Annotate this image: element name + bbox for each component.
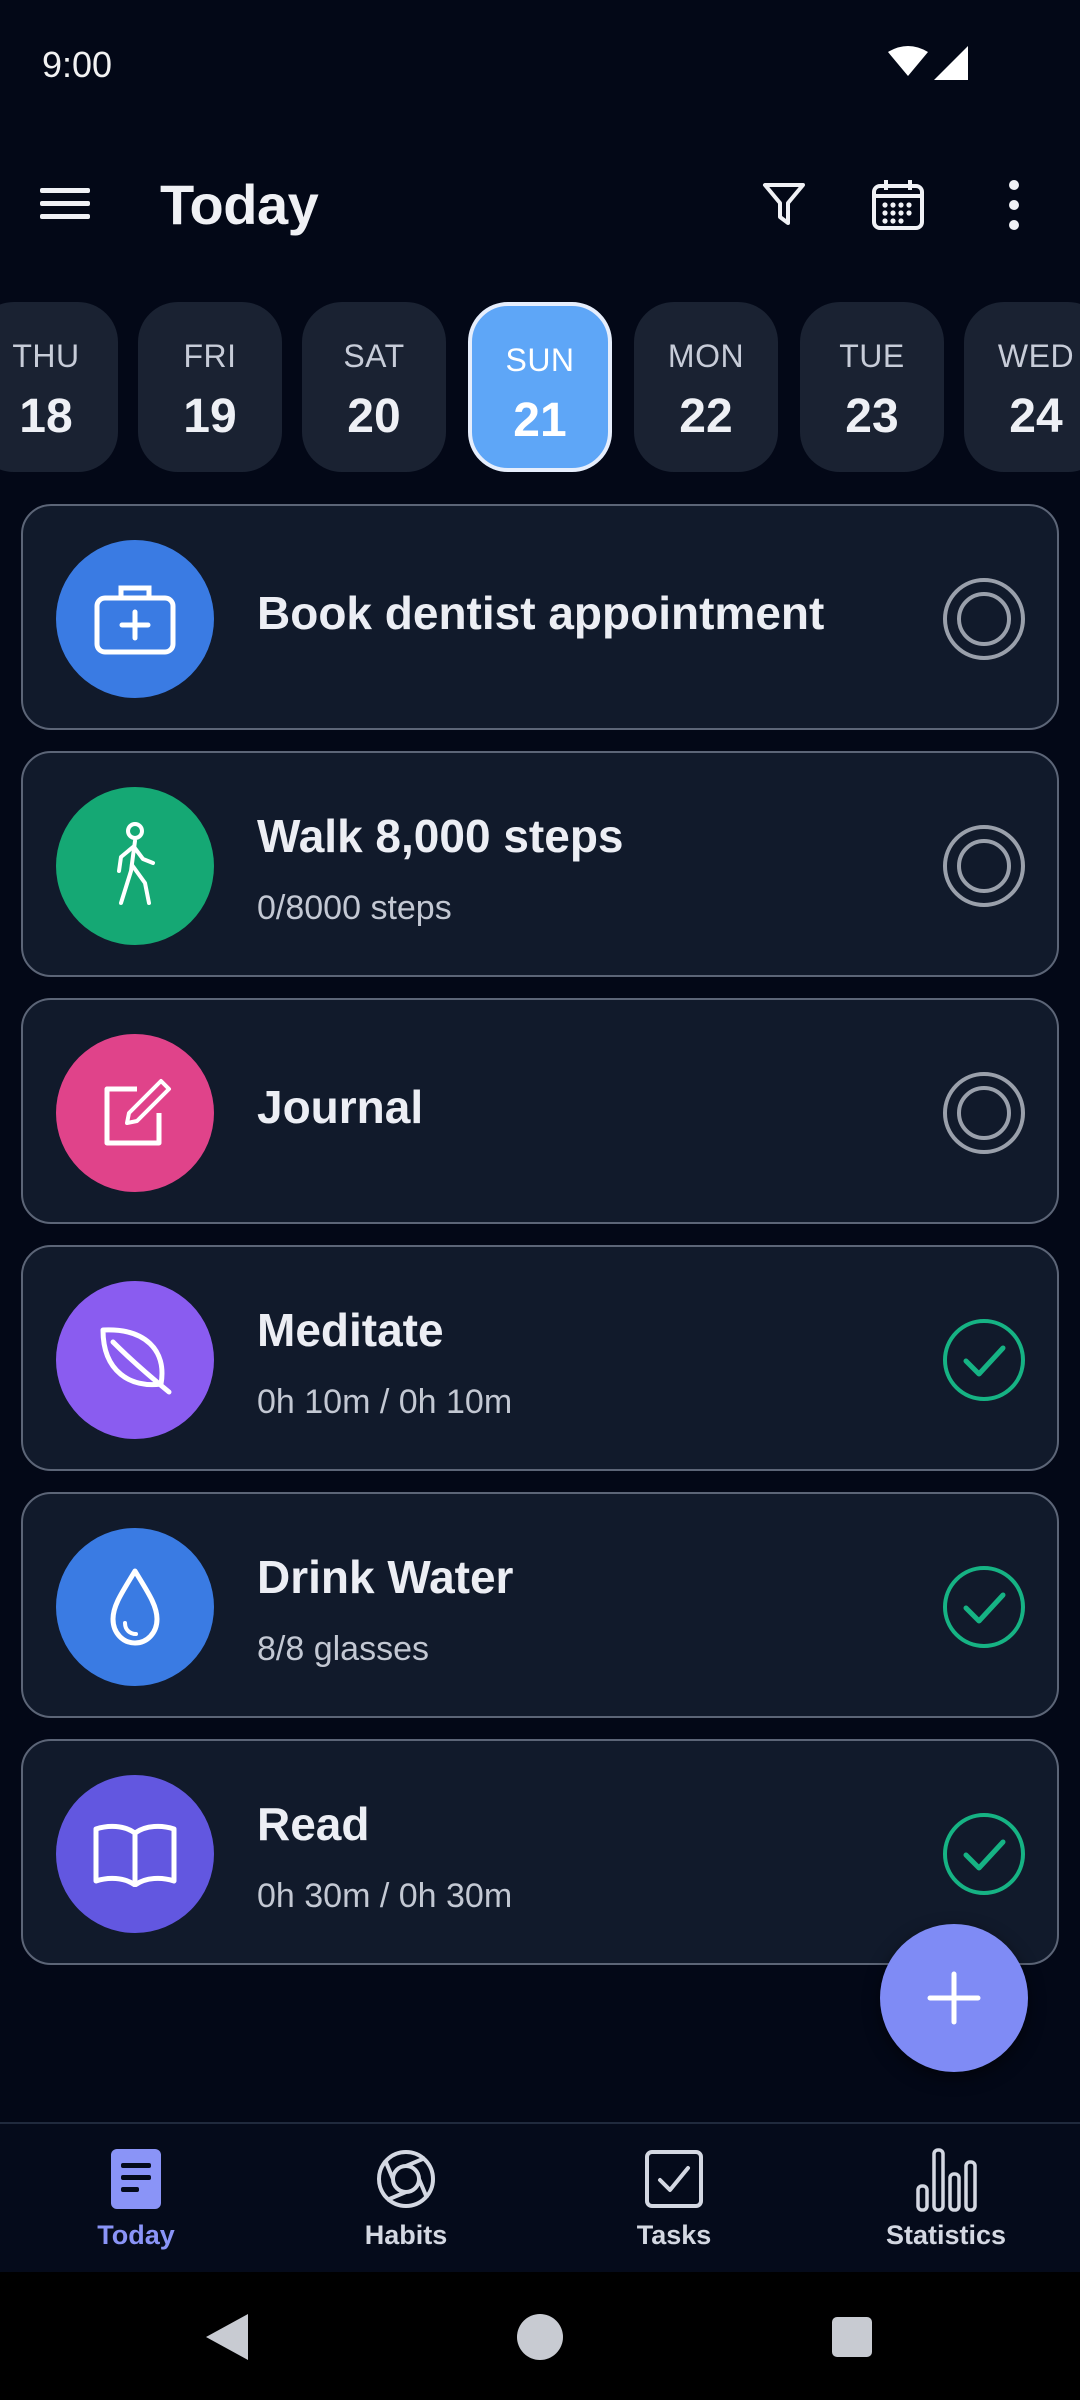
- nav-label: Statistics: [885, 2220, 1007, 2250]
- day-number: 22: [679, 390, 733, 443]
- item-progress: 0h 30m / 0h 30m: [257, 1877, 513, 1915]
- plus-icon: [927, 1971, 981, 2025]
- item-title: Drink Water: [257, 1551, 514, 1603]
- checkbox-pending[interactable]: [941, 1070, 1027, 1156]
- day-of-week: MON: [667, 338, 745, 374]
- recents-icon[interactable]: [817, 2302, 887, 2372]
- nav-label: Tasks: [636, 2220, 712, 2250]
- leaf-icon: [56, 1281, 214, 1439]
- nav-tab-habits[interactable]: Habits: [306, 2144, 506, 2264]
- system-nav-bar: [0, 2272, 1080, 2400]
- day-chip-mon[interactable]: MON 22: [634, 302, 778, 472]
- habit-card-drink-water[interactable]: Drink Water 8/8 glasses: [21, 1492, 1059, 1718]
- signal-icon: [934, 46, 968, 80]
- checkbox-done[interactable]: [941, 1564, 1027, 1650]
- wifi-icon: [888, 46, 928, 76]
- day-of-week: SAT: [343, 338, 405, 374]
- item-progress: 0/8000 steps: [257, 889, 452, 927]
- item-title: Read: [257, 1798, 370, 1850]
- item-title: Walk 8,000 steps: [257, 810, 624, 862]
- more-vert-icon[interactable]: [986, 174, 1042, 236]
- day-chip-thu[interactable]: THU 18: [0, 302, 118, 472]
- item-title: Journal: [257, 1081, 424, 1133]
- nav-label: Habits: [364, 2220, 448, 2250]
- app-bar: Today: [0, 150, 1080, 260]
- nav-tab-statistics[interactable]: Statistics: [846, 2144, 1046, 2264]
- day-chip-sun-selected[interactable]: SUN 21: [468, 302, 612, 472]
- day-chip-tue[interactable]: TUE 23: [800, 302, 944, 472]
- walking-person-icon: [56, 787, 214, 945]
- day-number: 18: [19, 390, 73, 443]
- home-icon[interactable]: [505, 2302, 575, 2372]
- day-chip-fri[interactable]: FRI 19: [138, 302, 282, 472]
- medical-kit-icon: [56, 540, 214, 698]
- today-icon: [101, 2144, 171, 2214]
- day-number: 21: [513, 394, 567, 447]
- status-bar: 9:00: [0, 0, 1080, 134]
- day-of-week: TUE: [839, 338, 905, 374]
- habits-icon: [371, 2144, 441, 2214]
- day-of-week: SUN: [505, 342, 575, 378]
- habit-card-read[interactable]: Read 0h 30m / 0h 30m: [21, 1739, 1059, 1965]
- nav-label: Today: [97, 2220, 175, 2250]
- add-button[interactable]: [880, 1924, 1028, 2072]
- day-number: 24: [1009, 390, 1063, 443]
- habit-card-journal[interactable]: Journal: [21, 998, 1059, 1224]
- open-book-icon: [56, 1775, 214, 1933]
- edit-note-icon: [56, 1034, 214, 1192]
- filter-icon[interactable]: [756, 174, 812, 234]
- day-number: 19: [183, 390, 237, 443]
- day-chip-sat[interactable]: SAT 20: [302, 302, 446, 472]
- checkbox-done[interactable]: [941, 1317, 1027, 1403]
- day-of-week: FRI: [183, 338, 237, 374]
- status-time: 9:00: [42, 44, 113, 85]
- day-number: 23: [845, 390, 899, 443]
- nav-tab-tasks[interactable]: Tasks: [574, 2144, 774, 2264]
- screen: 9:00 Today THU 18 FRI 19 SAT 20 SUN 21 M…: [0, 0, 1080, 2400]
- back-icon[interactable]: [192, 2302, 262, 2372]
- tasks-icon: [639, 2144, 709, 2214]
- menu-icon[interactable]: [34, 176, 96, 232]
- page-title: Today: [160, 173, 319, 236]
- statistics-icon: [911, 2144, 981, 2214]
- day-of-week: THU: [12, 338, 80, 374]
- habit-card-meditate[interactable]: Meditate 0h 10m / 0h 10m: [21, 1245, 1059, 1471]
- checkbox-pending[interactable]: [941, 576, 1027, 662]
- habit-card-walk[interactable]: Walk 8,000 steps 0/8000 steps: [21, 751, 1059, 977]
- calendar-icon[interactable]: [866, 174, 930, 236]
- day-of-week: WED: [997, 338, 1075, 374]
- task-card-book-dentist[interactable]: Book dentist appointment: [21, 504, 1059, 730]
- item-title: Book dentist appointment: [257, 587, 825, 639]
- item-title: Meditate: [257, 1304, 444, 1356]
- checkbox-done[interactable]: [941, 1811, 1027, 1897]
- day-chip-wed[interactable]: WED 24: [964, 302, 1080, 472]
- day-number: 20: [347, 390, 401, 443]
- water-drop-icon: [56, 1528, 214, 1686]
- item-progress: 8/8 glasses: [257, 1630, 429, 1668]
- nav-tab-today[interactable]: Today: [36, 2144, 236, 2264]
- date-strip: THU 18 FRI 19 SAT 20 SUN 21 MON 22 TUE 2…: [0, 302, 1080, 472]
- checkbox-pending[interactable]: [941, 823, 1027, 909]
- bottom-nav: Today Habits Tasks Statistics: [0, 2122, 1080, 2272]
- item-progress: 0h 10m / 0h 10m: [257, 1383, 513, 1421]
